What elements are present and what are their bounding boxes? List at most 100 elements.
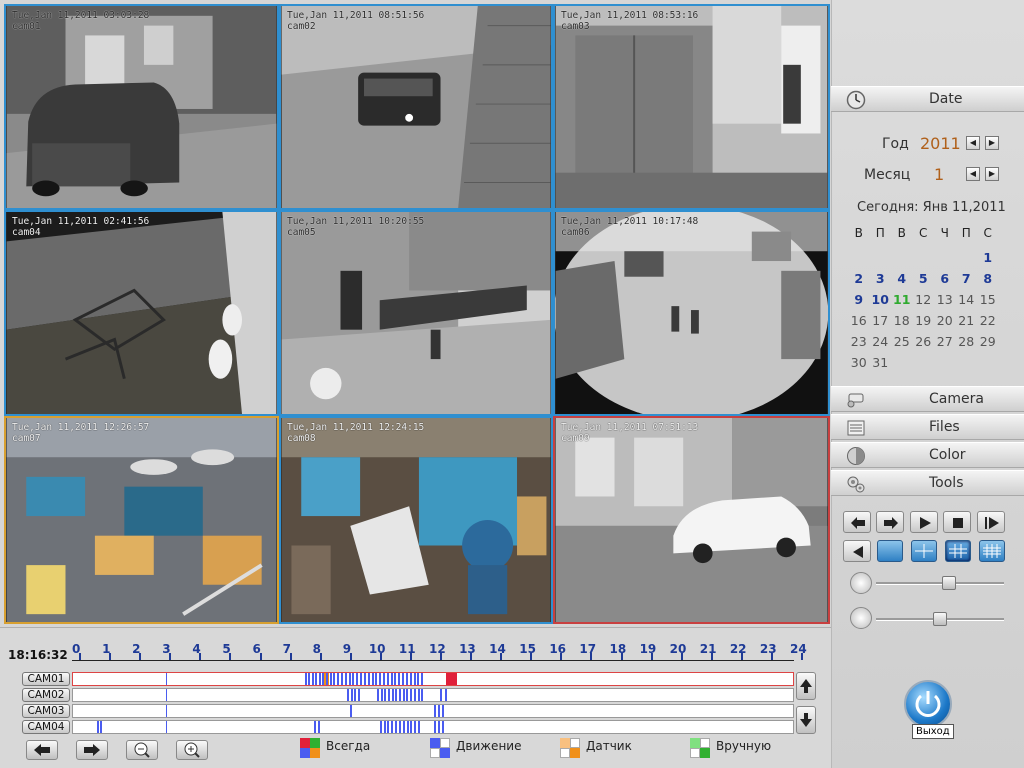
color-header[interactable]: Color <box>831 442 1024 468</box>
timeline-forward-button[interactable] <box>76 740 108 760</box>
volume-slider-knob[interactable] <box>942 576 957 590</box>
stop-button[interactable] <box>943 511 971 533</box>
recording-segment <box>402 689 405 701</box>
year-prev-button[interactable]: ◀ <box>966 136 980 150</box>
camera-track-label[interactable]: CAM01 <box>22 672 70 686</box>
calendar-day[interactable]: 2 <box>848 271 870 286</box>
recording-segment <box>440 689 442 701</box>
recording-segment <box>348 673 351 685</box>
calendar-day[interactable]: 7 <box>956 271 978 286</box>
calendar-day[interactable]: 4 <box>891 271 913 286</box>
arrow-right-icon <box>884 517 898 529</box>
calendar-day[interactable]: 9 <box>848 292 870 307</box>
calendar-day[interactable]: 8 <box>977 271 999 286</box>
calendar-day[interactable]: 18 <box>891 313 913 328</box>
recording-segment <box>371 673 374 685</box>
calendar-day[interactable]: 26 <box>913 334 935 349</box>
zoom-in-button[interactable] <box>176 740 208 760</box>
date-header[interactable]: Date <box>831 86 1024 112</box>
calendar-weekday: В <box>854 226 863 240</box>
layout-2x2-button[interactable] <box>911 540 937 562</box>
month-next-button[interactable]: ▶ <box>985 167 999 181</box>
camera-track-label[interactable]: CAM03 <box>22 704 70 718</box>
speed-slider-knob[interactable] <box>933 612 947 626</box>
camera-view-8[interactable]: Tue,Jan 11,2011 12:24:15 cam08 <box>279 416 553 624</box>
forward-button[interactable] <box>876 511 904 533</box>
timeline-back-button[interactable] <box>26 740 58 760</box>
layout-1x1-button[interactable] <box>877 540 903 562</box>
calendar-day[interactable]: 25 <box>891 334 913 349</box>
hour-tick <box>289 653 292 660</box>
camera-track-label[interactable]: CAM04 <box>22 720 70 734</box>
camera-view-5[interactable]: Tue,Jan 11,2011 10:20:55 cam05 <box>279 210 553 416</box>
camera-track[interactable] <box>72 720 794 734</box>
camera-view-9[interactable]: Tue,Jan 11,2011 07:51:13 cam09 <box>553 416 830 624</box>
tools-header[interactable]: Tools <box>831 470 1024 496</box>
calendar-day[interactable]: 17 <box>870 313 892 328</box>
camera-2-timestamp: Tue,Jan 11,2011 08:51:56 <box>287 10 425 21</box>
camera-view-3[interactable]: Tue,Jan 11,2011 08:53:16 cam03 <box>553 4 830 210</box>
calendar-day[interactable]: 3 <box>870 271 892 286</box>
camera-view-2[interactable]: Tue,Jan 11,2011 08:51:56 cam02 <box>279 4 553 210</box>
zoom-out-button[interactable] <box>126 740 158 760</box>
exit-power-button[interactable] <box>904 680 952 728</box>
recording-segment <box>417 689 420 701</box>
calendar-day[interactable]: 31 <box>870 355 892 370</box>
calendar-day[interactable]: 28 <box>956 334 978 349</box>
play-icon <box>920 517 931 529</box>
speed-slider[interactable] <box>876 612 1004 626</box>
calendar-day[interactable]: 12 <box>913 292 935 307</box>
recording-segment <box>304 673 307 685</box>
calendar-day[interactable]: 29 <box>977 334 999 349</box>
calendar-day[interactable]: 19 <box>913 313 935 328</box>
camera-view-4[interactable]: Tue,Jan 11,2011 02:41:56 cam04 <box>4 210 279 416</box>
play-button[interactable] <box>910 511 938 533</box>
legend-motion-swatch <box>430 738 450 758</box>
legend-always-swatch <box>300 738 320 758</box>
hour-tick <box>229 653 232 660</box>
camera-view-7[interactable]: Tue,Jan 11,2011 12:26:57 cam07 <box>4 416 279 624</box>
calendar-day[interactable]: 30 <box>848 355 870 370</box>
calendar-day[interactable]: 10 <box>870 292 892 307</box>
calendar-day[interactable]: 11 <box>891 292 913 307</box>
camera-header[interactable]: Camera <box>831 386 1024 412</box>
back-button[interactable] <box>843 540 871 562</box>
recording-segment <box>100 721 103 733</box>
calendar-day[interactable]: 14 <box>956 292 978 307</box>
calendar-day[interactable]: 15 <box>977 292 999 307</box>
camera-track-label[interactable]: CAM02 <box>22 688 70 702</box>
scroll-down-button[interactable] <box>796 706 816 734</box>
calendar-day[interactable]: 20 <box>934 313 956 328</box>
hour-tick <box>470 653 473 660</box>
scroll-up-button[interactable] <box>796 672 816 700</box>
volume-slider[interactable] <box>876 576 1004 590</box>
camera-view-6[interactable]: Tue,Jan 11,2011 10:17:48 cam06 <box>553 210 830 416</box>
calendar-day[interactable]: 22 <box>977 313 999 328</box>
camera-track[interactable] <box>72 688 794 702</box>
layout-4x4-button[interactable] <box>979 540 1005 562</box>
rewind-button[interactable] <box>843 511 871 533</box>
files-header[interactable]: Files <box>831 414 1024 440</box>
camera-view-1[interactable]: Tue,Jan 11,2011 03:03:28 cam01 <box>4 4 279 210</box>
legend-always: Всегда <box>326 739 371 753</box>
calendar-day[interactable]: 23 <box>848 334 870 349</box>
hour-tick <box>139 653 142 660</box>
calendar-day[interactable]: 16 <box>848 313 870 328</box>
camera-track[interactable] <box>72 704 794 718</box>
recording-segment <box>418 721 421 733</box>
calendar-day[interactable]: 13 <box>934 292 956 307</box>
month-prev-button[interactable]: ◀ <box>966 167 980 181</box>
calendar-week: 30 31 <box>848 352 1008 373</box>
calendar-day[interactable]: 27 <box>934 334 956 349</box>
recording-segment <box>414 721 417 733</box>
layout-3x3-button[interactable] <box>945 540 971 562</box>
calendar-day[interactable]: 24 <box>870 334 892 349</box>
calendar-day[interactable]: 5 <box>913 271 935 286</box>
step-forward-button[interactable] <box>977 511 1005 533</box>
camera-track[interactable] <box>72 672 794 686</box>
year-next-button[interactable]: ▶ <box>985 136 999 150</box>
hour-label: 12 <box>429 642 446 656</box>
calendar-day[interactable]: 6 <box>934 271 956 286</box>
calendar-day[interactable]: 1 <box>977 250 999 265</box>
calendar-day[interactable]: 21 <box>956 313 978 328</box>
